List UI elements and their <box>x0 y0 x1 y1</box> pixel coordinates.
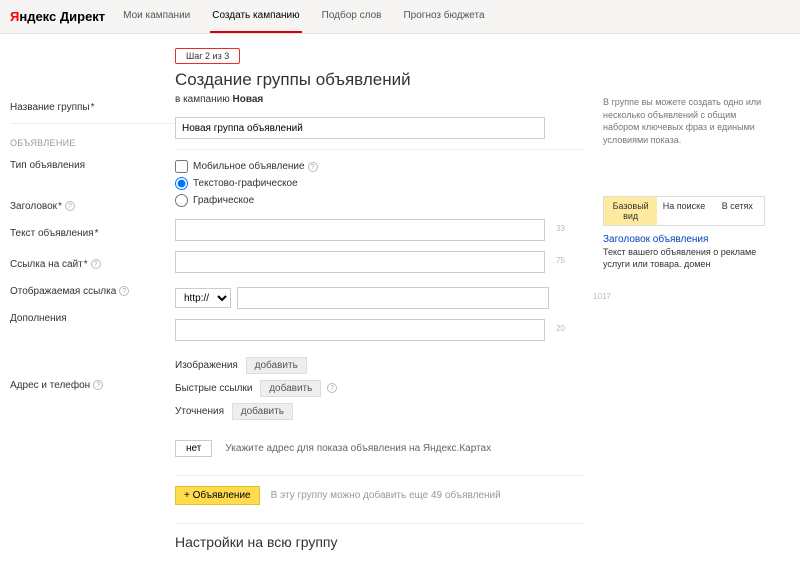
logo-ndex: ндекс <box>19 9 56 24</box>
campaign-name: Новая <box>233 94 264 105</box>
subtitle: в кампанию Новая <box>175 94 585 105</box>
address-row: нет Укажите адрес для показа объявления … <box>175 440 585 457</box>
add-ad-button[interactable]: + Объявление <box>175 486 260 505</box>
site-link-counter: 1017 <box>593 292 611 301</box>
label-site-link: Ссылка на сайт? <box>10 255 175 270</box>
header-bar: Яндекс Директ Мои кампании Создать кампа… <box>0 0 800 34</box>
address-hint: Укажите адрес для показа объявления на Я… <box>225 443 491 454</box>
help-icon[interactable]: ? <box>91 259 101 269</box>
mobile-ad-checkbox-row: Мобильное объявление ? <box>175 160 585 173</box>
label-ad-text: Текст объявления <box>10 224 175 239</box>
label-display-link: Отображаемая ссылка? <box>10 282 175 297</box>
label-ad-section: ОБЪЯВЛЕНИЕ <box>10 134 175 148</box>
label-group-name: Название группы <box>10 98 175 113</box>
quick-links-label: Быстрые ссылки <box>175 383 252 394</box>
quick-links-row: Быстрые ссылки добавить ? <box>175 380 585 397</box>
help-icon[interactable]: ? <box>308 162 318 172</box>
nav-my-campaigns[interactable]: Мои кампании <box>121 0 192 33</box>
main-nav: Мои кампании Создать кампанию Подбор сло… <box>121 0 486 33</box>
help-icon[interactable]: ? <box>65 201 75 211</box>
add-ad-hint: В эту группу можно добавить еще 49 объяв… <box>271 490 501 501</box>
ad-text-counter: 75 <box>556 256 565 265</box>
headline-counter: 33 <box>556 224 565 233</box>
left-labels: Название группы ОБЪЯВЛЕНИЕ Тип объявлени… <box>10 48 175 550</box>
help-icon[interactable]: ? <box>327 383 337 393</box>
help-icon[interactable]: ? <box>93 380 103 390</box>
display-link-input[interactable] <box>175 319 545 341</box>
tab-basic-view[interactable]: Базовый вид <box>604 197 657 225</box>
label-additions: Дополнения <box>10 309 175 324</box>
text-graphic-radio-row: Текстово-графическое <box>175 177 585 190</box>
clarifications-row: Уточнения добавить <box>175 403 585 420</box>
graphic-radio[interactable] <box>175 194 188 207</box>
quick-links-add-button[interactable]: добавить <box>260 380 321 397</box>
clarifications-add-button[interactable]: добавить <box>232 403 293 420</box>
images-row: Изображения добавить <box>175 357 585 374</box>
tab-networks-view[interactable]: В сетях <box>711 197 764 225</box>
help-text: В группе вы можете создать одно или неск… <box>603 96 765 146</box>
group-settings-title: Настройки на всю группу <box>175 534 585 550</box>
nav-create-campaign[interactable]: Создать кампанию <box>210 0 301 33</box>
add-ad-row: + Объявление В эту группу можно добавить… <box>175 486 585 505</box>
text-graphic-radio[interactable] <box>175 177 188 190</box>
form-column: Шаг 2 из 3 Создание группы объявлений в … <box>175 48 585 550</box>
ad-preview-title: Заголовок объявления <box>603 234 765 245</box>
nav-word-selection[interactable]: Подбор слов <box>320 0 384 33</box>
content-area: Название группы ОБЪЯВЛЕНИЕ Тип объявлени… <box>0 34 800 570</box>
images-add-button[interactable]: добавить <box>246 357 307 374</box>
view-tabs: Базовый вид На поиске В сетях <box>603 196 765 226</box>
text-graphic-label: Текстово-графическое <box>193 178 298 189</box>
nav-budget-forecast[interactable]: Прогноз бюджета <box>401 0 486 33</box>
right-column: В группе вы можете создать одно или неск… <box>585 48 765 550</box>
site-link-input[interactable] <box>237 287 549 309</box>
page-title: Создание группы объявлений <box>175 70 585 90</box>
tab-search-view[interactable]: На поиске <box>657 197 710 225</box>
group-name-input[interactable] <box>175 117 545 139</box>
clarifications-label: Уточнения <box>175 406 224 417</box>
mobile-ad-checkbox[interactable] <box>175 160 188 173</box>
ad-preview-text: Текст вашего объявления о рекламе услуги… <box>603 247 765 270</box>
display-link-counter: 20 <box>556 324 565 333</box>
headline-input[interactable] <box>175 219 545 241</box>
logo-ya: Я <box>10 9 19 24</box>
mobile-ad-label: Мобильное объявление <box>193 161 305 172</box>
images-label: Изображения <box>175 360 238 371</box>
help-icon[interactable]: ? <box>119 286 129 296</box>
graphic-radio-row: Графическое <box>175 194 585 207</box>
graphic-label: Графическое <box>193 195 254 206</box>
label-headline: Заголовок? <box>10 197 175 212</box>
step-indicator: Шаг 2 из 3 <box>175 48 240 64</box>
logo[interactable]: Яндекс Директ <box>10 9 105 24</box>
logo-direct: Директ <box>60 9 105 24</box>
label-ad-type: Тип объявления <box>10 156 175 171</box>
protocol-select[interactable]: http:// <box>175 288 231 308</box>
subtitle-prefix: в кампанию <box>175 94 233 105</box>
label-address-phone: Адрес и телефон? <box>10 376 175 391</box>
address-toggle[interactable]: нет <box>175 440 212 457</box>
ad-text-input[interactable] <box>175 251 545 273</box>
